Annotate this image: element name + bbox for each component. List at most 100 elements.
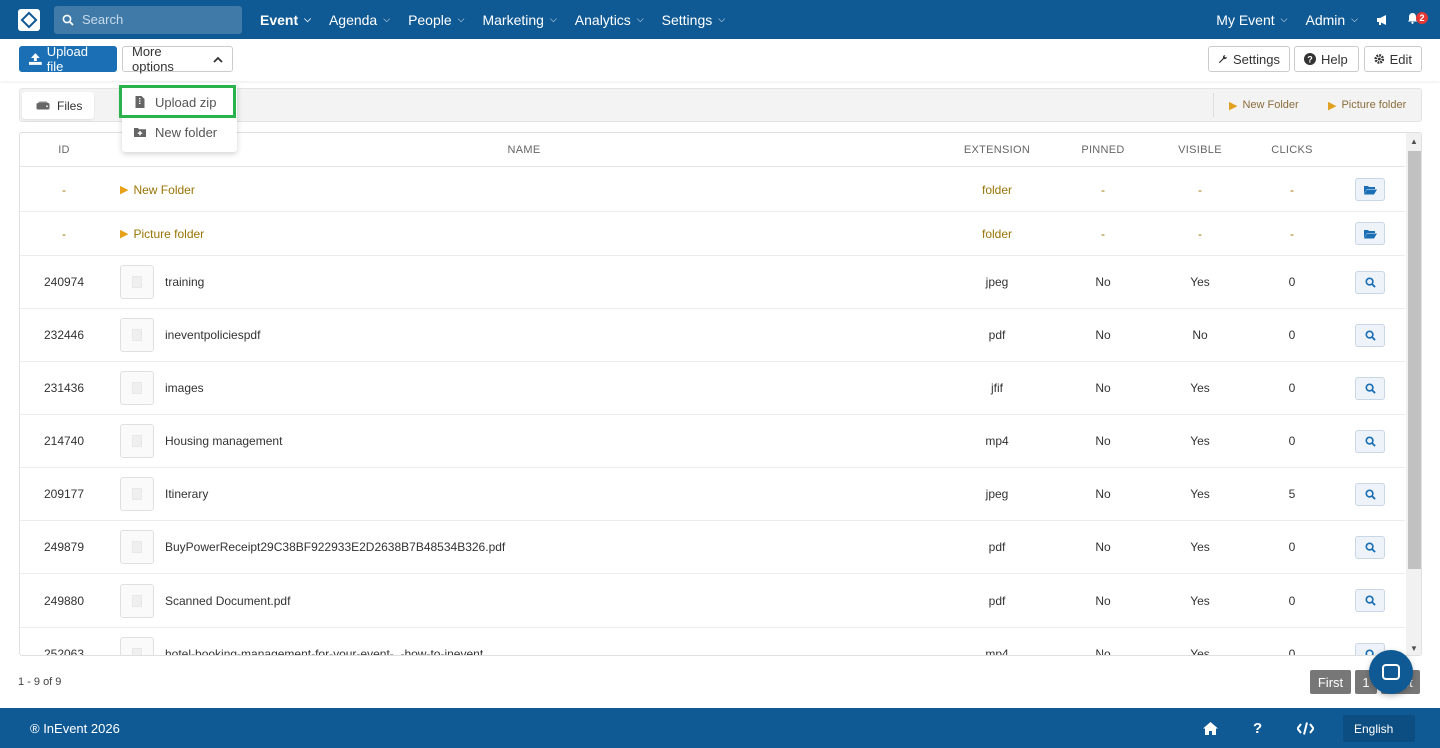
scrollbar-thumb[interactable]	[1408, 151, 1421, 569]
table-scrollbar[interactable]: ▲ ▼	[1406, 133, 1421, 655]
col-extension[interactable]: EXTENSION	[947, 133, 1047, 167]
view-file-action[interactable]	[1355, 362, 1385, 414]
quick-folder-new-folder[interactable]: ▶ New Folder	[1229, 89, 1299, 121]
view-file-action[interactable]	[1355, 256, 1385, 308]
table-row[interactable]: - ▶ New Folder folder - - -	[20, 168, 1405, 212]
menu-people-label: People	[408, 11, 452, 28]
home-icon[interactable]	[1203, 708, 1218, 748]
search-icon[interactable]	[1355, 323, 1385, 347]
language-select[interactable]: English	[1343, 715, 1415, 742]
announcement-button[interactable]	[1376, 14, 1389, 26]
search-icon[interactable]	[1355, 589, 1385, 612]
table-row[interactable]: 232446 ineventpoliciespdf pdf No No 0	[20, 309, 1405, 362]
cell-visible: Yes	[1190, 487, 1210, 501]
menu-settings[interactable]: Settings ⌵	[662, 12, 725, 28]
cell-clicks: -	[1290, 182, 1294, 197]
menu-people[interactable]: People ⌵	[408, 12, 464, 28]
table-row[interactable]: - ▶ Picture folder folder - - -	[20, 212, 1405, 256]
files-root-crumb[interactable]: Files	[22, 92, 95, 119]
folder-link[interactable]: ▶ Picture folder	[120, 212, 204, 255]
new-folder-option[interactable]: New folder	[122, 118, 237, 146]
inevent-logo[interactable]	[18, 8, 40, 31]
chevron-down-icon: ⌵	[383, 14, 391, 24]
edit-button[interactable]: Edit	[1364, 46, 1422, 72]
cell-clicks: 0	[1288, 647, 1296, 656]
more-options-button[interactable]: More options	[122, 44, 233, 74]
menu-event[interactable]: Event ⌵	[260, 12, 311, 28]
scroll-down-arrow-icon[interactable]: ▼	[1406, 640, 1421, 655]
table-row[interactable]: 209177 Itinerary jpeg No Yes 5	[20, 468, 1405, 521]
file-thumbnail-image	[120, 477, 154, 511]
col-name[interactable]: NAME	[474, 133, 574, 167]
first-page-button[interactable]: First	[1310, 670, 1351, 694]
new-folder-label: New folder	[155, 124, 218, 140]
table-row[interactable]: 252063 hotel-booking-management-for-your…	[20, 628, 1405, 656]
cell-pinned: -	[1101, 182, 1105, 197]
upload-file-button[interactable]: Upload file	[19, 44, 117, 74]
open-folder-action[interactable]	[1355, 212, 1385, 255]
cell-visible: Yes	[1190, 275, 1210, 289]
upload-file-label: Upload file	[46, 44, 88, 74]
settings-button[interactable]: Settings	[1208, 46, 1290, 72]
help-button[interactable]: ? Help	[1294, 46, 1359, 72]
file-thumbnail[interactable]	[120, 415, 154, 467]
file-thumbnail[interactable]	[120, 628, 154, 655]
help-question-icon[interactable]: ?	[1253, 708, 1262, 748]
cell-clicks: -	[1290, 226, 1294, 241]
search-icon[interactable]	[1355, 535, 1385, 559]
file-thumbnail[interactable]	[120, 468, 154, 520]
upload-zip-option[interactable]: Upload zip	[122, 88, 237, 116]
search-icon[interactable]	[1355, 376, 1385, 400]
view-file-action[interactable]	[1355, 468, 1385, 520]
col-visible[interactable]: VISIBLE	[1160, 133, 1240, 167]
menu-analytics[interactable]: Analytics ⌵	[575, 12, 644, 28]
search-box[interactable]	[54, 5, 242, 34]
view-file-action[interactable]	[1355, 574, 1385, 627]
my-event-menu[interactable]: My Event ⌵	[1216, 12, 1287, 28]
table-row[interactable]: 249880 Scanned Document.pdf pdf No Yes 0	[20, 574, 1405, 628]
open-folder-action[interactable]	[1355, 168, 1385, 211]
table-row[interactable]: 214740 Housing management mp4 No Yes 0	[20, 415, 1405, 468]
file-thumbnail-image	[120, 424, 154, 458]
file-thumbnail[interactable]	[120, 256, 154, 308]
table-row[interactable]: 240974 training jpeg No Yes 0	[20, 256, 1405, 309]
search-icon[interactable]	[1355, 482, 1385, 506]
admin-menu[interactable]: Admin ⌵	[1305, 12, 1358, 28]
cell-visible: Yes	[1190, 593, 1210, 608]
cell-name: Itinerary	[165, 487, 209, 501]
menu-marketing[interactable]: Marketing ⌵	[482, 12, 556, 28]
folder-link[interactable]: ▶ New Folder	[120, 168, 195, 211]
search-icon[interactable]	[1355, 429, 1385, 453]
quick-folder-picture-folder[interactable]: ▶ Picture folder	[1328, 89, 1406, 121]
cell-id: -	[62, 182, 66, 197]
folder-open-icon: ▶	[120, 228, 129, 240]
gear-icon	[1374, 54, 1385, 64]
scroll-up-arrow-icon[interactable]: ▲	[1406, 133, 1421, 149]
table-row[interactable]: 249879 BuyPowerReceipt29C38BF922933E2D26…	[20, 521, 1405, 574]
view-file-action[interactable]	[1355, 415, 1385, 467]
col-clicks[interactable]: CLICKS	[1252, 133, 1332, 167]
cell-pinned: No	[1095, 328, 1111, 342]
search-input[interactable]	[82, 12, 232, 27]
table-row[interactable]: 231436 images jfif No Yes 0	[20, 362, 1405, 415]
chat-support-button[interactable]	[1369, 650, 1413, 694]
col-id[interactable]: ID	[44, 133, 84, 167]
col-pinned[interactable]: PINNED	[1063, 133, 1143, 167]
quick-folder-label: Picture folder	[1341, 99, 1407, 111]
view-file-action[interactable]	[1355, 521, 1385, 573]
search-icon[interactable]	[1355, 270, 1385, 294]
megaphone-icon	[1377, 14, 1386, 25]
view-file-action[interactable]	[1355, 309, 1385, 361]
file-thumbnail[interactable]	[120, 574, 154, 627]
folder-open-icon[interactable]	[1355, 178, 1385, 201]
file-thumbnail[interactable]	[120, 521, 154, 573]
cell-pinned: No	[1095, 434, 1111, 448]
folder-open-icon[interactable]	[1355, 222, 1385, 245]
file-thumbnail[interactable]	[120, 309, 154, 361]
menu-agenda[interactable]: Agenda ⌵	[329, 12, 390, 28]
file-thumbnail[interactable]	[120, 362, 154, 414]
notifications-button[interactable]: 2	[1407, 12, 1428, 27]
menu-settings-label: Settings	[661, 11, 713, 28]
code-icon[interactable]	[1297, 708, 1314, 748]
edit-label: Edit	[1389, 51, 1412, 67]
